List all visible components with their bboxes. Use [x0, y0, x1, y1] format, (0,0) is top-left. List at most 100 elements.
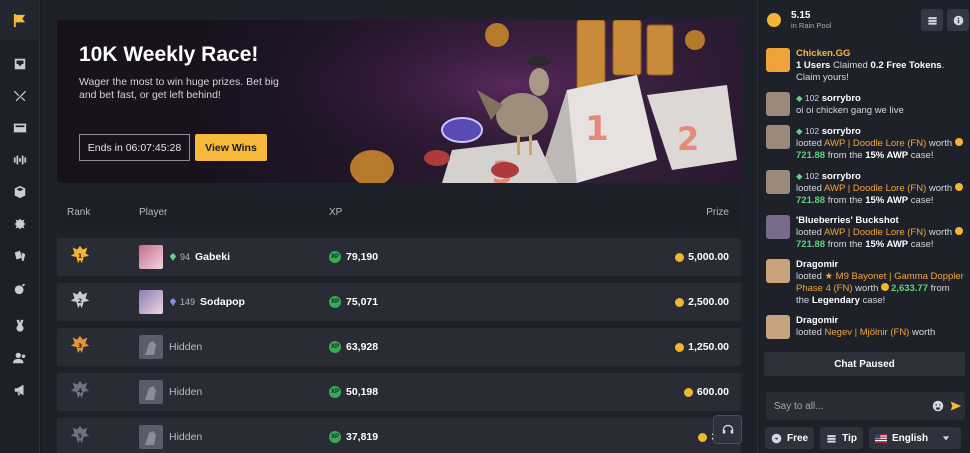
loot-from: from the	[825, 195, 866, 206]
chevron-down-circle-icon	[771, 433, 782, 443]
loot-amount: 2,633.77	[891, 283, 928, 294]
chat-username[interactable]: Dragomir	[796, 259, 838, 270]
app-root: 1 2 3	[0, 0, 970, 453]
chat-text: oi oi chicken gang we live	[796, 105, 904, 116]
xp-value: 37,819	[346, 431, 379, 443]
loot-text: looted AWP | Doodle Lore (FN) worth 721.…	[796, 183, 965, 207]
chat-username[interactable]: 'Blueberries' Buckshot	[796, 215, 899, 226]
tip-button[interactable]: Tip	[820, 427, 863, 449]
xp-cell: XP 63,928	[329, 341, 529, 353]
send-icon[interactable]	[950, 400, 962, 412]
info-icon	[953, 15, 963, 25]
xp-cell: XP 37,819	[329, 431, 529, 443]
chat-username[interactable]: sorrybro	[822, 126, 861, 137]
player-cell[interactable]: Hidden	[139, 335, 329, 359]
rail-battle[interactable]	[0, 144, 40, 176]
xp-badge-icon: XP	[329, 386, 341, 398]
rail-inbox[interactable]	[0, 48, 40, 80]
leaderboard-row: 5 Hidden XP 37,819 300	[57, 418, 741, 453]
rank-cell: 3	[57, 334, 139, 361]
view-wins-button[interactable]: View Wins	[195, 134, 267, 161]
xp-badge-icon: XP	[329, 341, 341, 353]
player-cell[interactable]: Hidden	[139, 425, 329, 449]
rail-swords[interactable]	[0, 80, 40, 112]
player-name: Gabeki	[195, 251, 231, 263]
coin-icon	[675, 252, 685, 262]
chat-message: Dragomir looted ★ M9 Bayonet | Gamma Dopp…	[758, 259, 970, 307]
chat-paused-banner[interactable]: Chat Paused	[764, 352, 965, 376]
chat-avatar[interactable]	[766, 125, 790, 149]
main-content: 1 2 3	[41, 0, 757, 453]
flag-button[interactable]	[0, 0, 39, 40]
leaderboard-row: 2 149 Sodapop XP 75,071 2,500.00	[57, 283, 741, 321]
coin-icon	[675, 342, 685, 352]
rail-medal[interactable]	[0, 310, 40, 342]
chat-username[interactable]: Chicken.GG	[796, 48, 965, 60]
player-level-value: 94	[180, 252, 191, 262]
xp-value: 75,071	[346, 296, 379, 308]
loot-suffix: case!	[908, 150, 934, 161]
us-flag-icon	[874, 433, 887, 443]
rain-pool: 5.15 in Rain Pool	[791, 10, 831, 30]
rank-cell: 2	[57, 289, 139, 316]
rail-cards[interactable]	[0, 240, 40, 272]
loot-from: from the	[825, 239, 866, 250]
chat-username[interactable]: Dragomir	[796, 315, 838, 326]
free-button[interactable]: Free	[765, 427, 815, 449]
xp-value: 50,198	[346, 386, 379, 398]
rank-badge-icon: 4	[70, 380, 90, 398]
rail-users[interactable]	[0, 342, 40, 374]
xp-value: 63,928	[346, 341, 379, 353]
loot-worth: worth	[852, 283, 882, 294]
loot-case: 15% AWP	[865, 195, 909, 206]
chat-user-level-value: 102	[804, 171, 820, 181]
chat-body: ◆ 102 sorrybro oi oi chicken gang we live	[796, 92, 904, 117]
stack-button[interactable]	[921, 9, 943, 31]
emoji-icon[interactable]	[932, 400, 944, 412]
chat-avatar[interactable]	[766, 215, 790, 239]
rank-cell: 4	[57, 379, 139, 406]
chat-avatar[interactable]	[766, 170, 790, 194]
chat-input[interactable]	[774, 400, 924, 412]
xp-cell: XP 79,190	[329, 251, 529, 263]
level-icon	[169, 253, 177, 261]
caret-down-icon	[942, 436, 950, 441]
chat-avatar[interactable]	[766, 259, 790, 283]
rank-badge-icon: 2	[70, 290, 90, 308]
loot-prefix: looted	[796, 138, 824, 149]
coin-icon	[954, 138, 963, 146]
avatar	[139, 245, 163, 269]
rail-bomb[interactable]	[0, 272, 40, 304]
chat-avatar[interactable]	[766, 315, 790, 339]
rail-puzzle[interactable]	[0, 208, 40, 240]
rail-box[interactable]	[0, 176, 40, 208]
chat-avatar[interactable]	[766, 48, 790, 72]
chat-header: 5.15 in Rain Pool	[758, 0, 970, 40]
chat-username[interactable]: sorrybro	[822, 93, 861, 104]
player-cell[interactable]: 94 Gabeki	[139, 245, 329, 269]
rail-cases[interactable]	[0, 112, 40, 144]
player-cell[interactable]: Hidden	[139, 380, 329, 404]
player-cell[interactable]: 149 Sodapop	[139, 290, 329, 314]
coin-icon	[683, 387, 693, 397]
rail-megaphone[interactable]	[0, 374, 40, 406]
leaderboard: Rank Player XP Prize 1 94 Gabeki XP 79,1…	[57, 193, 741, 453]
race-banner: 1 2 3	[57, 20, 741, 183]
info-button[interactable]	[947, 9, 969, 31]
coin-icon	[954, 183, 963, 191]
avatar	[139, 290, 163, 314]
chat-username[interactable]: sorrybro	[822, 171, 861, 182]
inbox-icon	[14, 58, 26, 70]
language-select[interactable]: English	[868, 427, 961, 449]
leaderboard-rows: 1 94 Gabeki XP 79,190 5,000.00 2 149 Sod…	[57, 238, 741, 453]
support-button[interactable]	[713, 415, 742, 444]
chat-avatar[interactable]	[766, 92, 790, 116]
free-label: Free	[787, 432, 809, 444]
loot-suffix: case!	[908, 239, 934, 250]
chat-body: Dragomir looted Negev | Mjölnir (FN) wort…	[796, 315, 935, 339]
puzzle-icon	[14, 218, 26, 230]
left-rail	[0, 0, 40, 453]
prize-cell: 5,000.00	[529, 251, 741, 263]
header-rank: Rank	[67, 206, 91, 218]
rank-number: 5	[78, 431, 83, 439]
